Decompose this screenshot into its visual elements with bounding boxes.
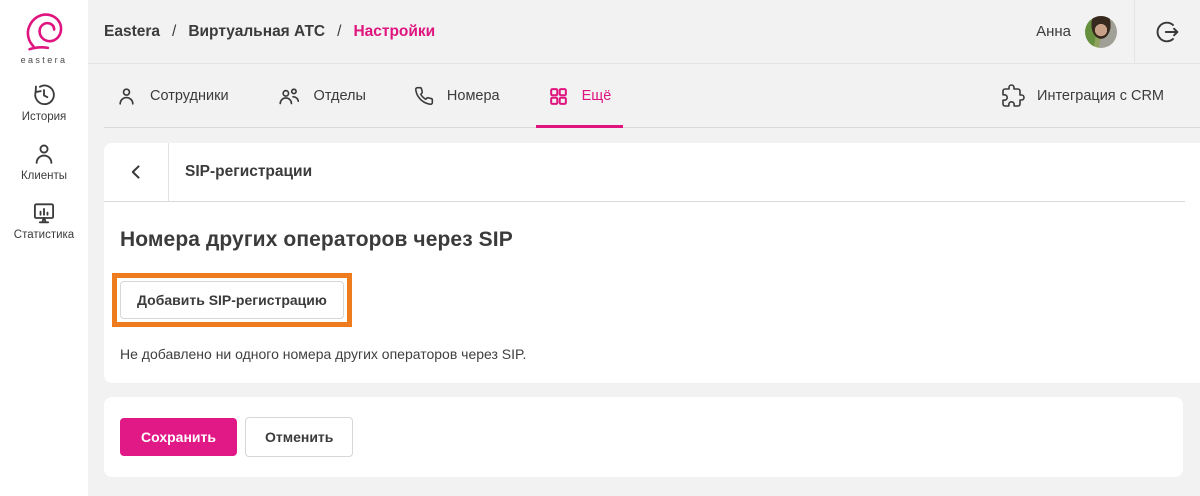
user-avatar[interactable] — [1085, 15, 1117, 48]
annotation-highlight-box: Добавить SIP-регистрацию — [112, 273, 352, 327]
breadcrumb-settings[interactable]: Настройки — [353, 23, 435, 41]
tab-departments[interactable]: Отделы — [265, 64, 378, 128]
sidebar-item-label: Клиенты — [20, 170, 68, 182]
breadcrumb-virtual-pbx[interactable]: Виртуальная АТС — [188, 23, 325, 41]
crm-integration-button[interactable]: Интеграция с CRM — [1001, 64, 1200, 128]
sidebar-item-label: Статистика — [13, 229, 75, 241]
tab-employees[interactable]: Сотрудники — [104, 64, 241, 128]
eastera-logo[interactable]: eastera — [21, 8, 68, 65]
sidebar-item-statistics[interactable]: Статистика — [0, 200, 88, 241]
breadcrumb: Eastera / Виртуальная АТС / Настройки — [104, 23, 435, 41]
topbar-right: Анна — [1036, 0, 1200, 64]
breadcrumb-separator: / — [172, 22, 177, 40]
breadcrumb-separator: / — [337, 22, 342, 40]
statistics-icon — [31, 200, 57, 226]
employee-icon — [116, 86, 137, 107]
cancel-button[interactable]: Отменить — [244, 417, 354, 457]
content: SIP-регистрации Номера других операторов… — [88, 128, 1200, 477]
eastera-logo-text: eastera — [20, 55, 68, 65]
grid-icon — [548, 86, 569, 107]
sip-registrations-panel: SIP-регистрации Номера других операторов… — [104, 143, 1200, 383]
tab-more[interactable]: Ещё — [535, 64, 624, 128]
sidebar-item-label: История — [21, 111, 67, 123]
logout-button[interactable] — [1135, 0, 1200, 64]
add-sip-registration-button[interactable]: Добавить SIP-регистрацию — [120, 281, 344, 319]
tab-label: Номера — [446, 88, 500, 104]
panel-header: SIP-регистрации — [104, 143, 1185, 202]
sidebar: eastera История Клиенты Статистика — [0, 0, 88, 496]
back-button[interactable] — [104, 143, 168, 201]
tab-label: Ещё — [581, 88, 612, 104]
panel-header-divider — [168, 143, 169, 201]
chevron-left-icon — [124, 160, 148, 184]
sidebar-item-history[interactable]: История — [0, 82, 88, 123]
main-area: Eastera / Виртуальная АТС / Настройки Ан… — [88, 0, 1200, 496]
person-icon — [31, 141, 57, 167]
crm-label: Интеграция с CRM — [1037, 88, 1164, 104]
tab-label: Сотрудники — [150, 88, 229, 104]
topbar: Eastera / Виртуальная АТС / Настройки Ан… — [88, 0, 1200, 64]
form-actions: Сохранить Отменить — [104, 397, 1183, 477]
puzzle-icon — [1001, 84, 1025, 108]
tabbar-divider — [104, 127, 1200, 128]
panel-title: SIP-регистрации — [185, 163, 313, 180]
history-icon — [31, 82, 57, 108]
departments-icon — [277, 86, 301, 107]
page-title: Номера других операторов через SIP — [120, 228, 513, 251]
eastera-logo-icon — [21, 8, 67, 54]
sidebar-nav: История Клиенты Статистика — [0, 82, 88, 241]
tab-numbers[interactable]: Номера — [402, 64, 512, 128]
empty-state-text: Не добавлено ни одного номера других опе… — [120, 346, 527, 362]
tab-label: Отделы — [313, 88, 366, 104]
save-button[interactable]: Сохранить — [120, 418, 237, 456]
tabbar: Сотрудники Отделы Номера Ещё Интеграция … — [88, 64, 1200, 128]
breadcrumb-eastera[interactable]: Eastera — [104, 23, 160, 41]
logout-icon — [1155, 19, 1181, 45]
phone-icon — [414, 86, 434, 106]
user-name: Анна — [1036, 23, 1071, 40]
sidebar-item-clients[interactable]: Клиенты — [0, 141, 88, 182]
panel-body: Номера других операторов через SIP Добав… — [104, 202, 1200, 383]
